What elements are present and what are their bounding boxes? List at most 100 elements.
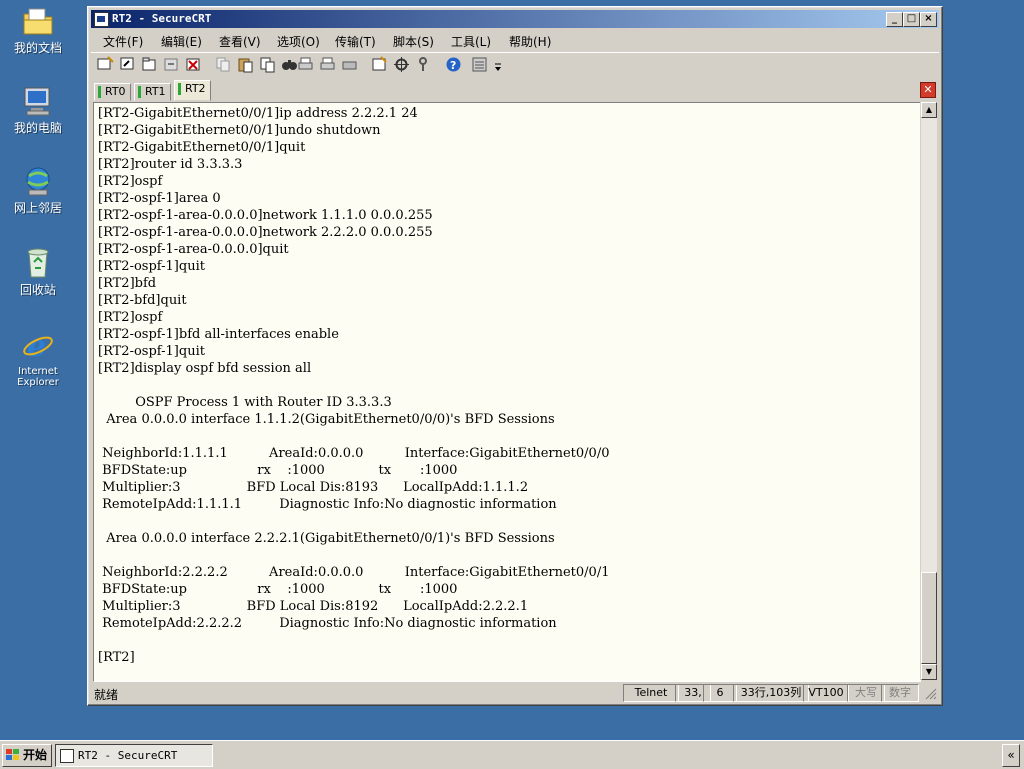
terminal-line: OSPF Process 1 with Router ID 3.3.3.3 — [98, 395, 392, 410]
find-icon[interactable] — [281, 56, 298, 73]
global-options-icon[interactable] — [393, 56, 410, 73]
reconnect-icon[interactable] — [163, 56, 180, 73]
menu-options[interactable]: 选项(O) — [277, 33, 320, 50]
desktop-icon-label: 我的电脑 — [13, 121, 62, 135]
close-button[interactable]: × — [920, 12, 937, 27]
tab-rt1[interactable]: RT1 — [134, 83, 171, 101]
menu-help[interactable]: 帮助(H) — [509, 33, 551, 50]
start-label: 开始 — [23, 748, 48, 762]
disconnect-icon[interactable] — [185, 56, 202, 73]
minimize-button[interactable]: _ — [886, 12, 903, 27]
close-tab-icon[interactable]: ✕ — [920, 82, 936, 98]
taskbar-item-securecrt[interactable]: RT2 - SecureCRT — [55, 744, 213, 767]
terminal-line: BFDState:up rx :1000 tx :1000 — [98, 463, 458, 478]
desktop-icon-network-places[interactable]: 网上邻居 — [6, 164, 70, 215]
help-icon[interactable]: ? — [445, 56, 462, 73]
session-tabs: RT0 RT1 RT2 ✕ — [92, 80, 938, 101]
recycle-bin-icon — [21, 246, 55, 280]
terminal-output[interactable]: [RT2-GigabitEthernet0/0/1]ip address 2.2… — [93, 102, 921, 682]
status-ready: 就绪 — [94, 688, 119, 702]
connect-in-tab-icon[interactable] — [141, 56, 158, 73]
copy-icon[interactable] — [215, 56, 232, 73]
internet-explorer-icon: e — [21, 328, 55, 364]
terminal-line: NeighborId:1.1.1.1 AreaId:0.0.0.0 Interf… — [98, 446, 610, 461]
keymap-icon[interactable] — [415, 56, 432, 73]
terminal-line: [RT2-ospf-1]area 0 — [98, 191, 221, 206]
desktop-icon-recycle-bin[interactable]: 回收站 — [6, 246, 70, 297]
scroll-down-button[interactable]: ▼ — [921, 664, 937, 680]
desktop-icon-my-computer[interactable]: 我的电脑 — [6, 84, 70, 135]
my-documents-icon — [21, 4, 55, 38]
svg-text:e: e — [27, 329, 46, 362]
my-computer-icon — [21, 84, 55, 118]
network-places-icon — [21, 164, 55, 198]
menu-tools[interactable]: 工具(L) — [451, 33, 491, 50]
terminal-line: [RT2-ospf-1]quit — [98, 344, 205, 359]
title-bar[interactable]: RT2 - SecureCRT _ □ × — [91, 10, 939, 28]
menu-view[interactable]: 查看(V) — [219, 33, 261, 50]
session-options-icon[interactable] — [371, 56, 388, 73]
status-protocol: Telnet — [623, 684, 679, 702]
tray-expand-button[interactable]: « — [1002, 744, 1020, 767]
toolbar-overflow-icon[interactable] — [493, 56, 503, 73]
terminal-line: RemoteIpAdd:2.2.2.2 Diagnostic Info:No d… — [98, 616, 557, 631]
terminal-line: RemoteIpAdd:1.1.1.1 Diagnostic Info:No d… — [98, 497, 557, 512]
menu-bar: 文件(F) 编辑(E) 查看(V) 选项(O) 传输(T) 脚本(S) 工具(L… — [91, 30, 939, 49]
status-num: 数字 — [881, 684, 919, 702]
securecrt-taskbar-icon — [60, 749, 74, 763]
tab-rt0[interactable]: RT0 — [94, 83, 131, 101]
status-caps: 大写 — [847, 684, 885, 702]
quick-connect-icon[interactable] — [119, 56, 136, 73]
svg-text:?: ? — [450, 59, 456, 72]
terminal-line: Multiplier:3 BFD Local Dis:8193 LocalIpA… — [98, 480, 529, 495]
desktop-icon-label: 网上邻居 — [13, 201, 62, 215]
app-icon — [94, 12, 109, 27]
menu-script[interactable]: 脚本(S) — [393, 33, 434, 50]
terminal-line: [RT2]bfd — [98, 276, 157, 291]
terminal-line: [RT2-bfd]quit — [98, 293, 187, 308]
scroll-up-button[interactable]: ▲ — [921, 102, 937, 118]
terminal-line: [RT2] — [98, 650, 135, 665]
terminal-line: [RT2-ospf-1-area-0.0.0.0]network 1.1.1.0… — [98, 208, 433, 223]
menu-edit[interactable]: 编辑(E) — [161, 33, 202, 50]
desktop-icon-my-documents[interactable]: 我的文档 — [6, 4, 70, 55]
maximize-button[interactable]: □ — [903, 12, 920, 27]
status-size: 33行,103列 — [733, 684, 809, 702]
connect-icon[interactable] — [97, 56, 114, 73]
terminal-line: Area 0.0.0.0 interface 2.2.2.1(GigabitEt… — [98, 531, 555, 546]
toolbar: ? — [91, 52, 939, 77]
desktop-icon-internet-explorer[interactable]: e Internet Explorer — [6, 328, 70, 388]
menu-transfer[interactable]: 传输(T) — [335, 33, 376, 50]
terminal-line: BFDState:up rx :1000 tx :1000 — [98, 582, 458, 597]
print-setup-icon[interactable] — [341, 56, 358, 73]
tab-rt2[interactable]: RT2 — [174, 80, 211, 101]
desktop-icon-label: 我的文档 — [13, 41, 62, 55]
paste-icon[interactable] — [237, 56, 254, 73]
vertical-scrollbar[interactable]: ▲ ▼ — [920, 102, 937, 680]
terminal-line: NeighborId:2.2.2.2 AreaId:0.0.0.0 Interf… — [98, 565, 610, 580]
scroll-thumb[interactable] — [921, 572, 937, 664]
securecrt-window: RT2 - SecureCRT _ □ × 文件(F) 编辑(E) 查看(V) … — [87, 6, 943, 706]
print-selection-icon[interactable] — [319, 56, 336, 73]
terminal-line: [RT2-GigabitEthernet0/0/1]ip address 2.2… — [98, 106, 418, 121]
resize-grip-icon[interactable] — [925, 688, 937, 700]
menu-file[interactable]: 文件(F) — [103, 33, 143, 50]
desktop-icon-label: 回收站 — [19, 283, 56, 297]
terminal-line: [RT2-ospf-1]quit — [98, 259, 205, 274]
terminal-line: Area 0.0.0.0 interface 1.1.1.2(GigabitEt… — [98, 412, 555, 427]
start-button[interactable]: 开始 — [2, 744, 52, 767]
terminal-line: [RT2]router id 3.3.3.3 — [98, 157, 243, 172]
copy-paste-icon[interactable] — [259, 56, 276, 73]
window-title: RT2 - SecureCRT — [112, 12, 212, 25]
terminal-line: Multiplier:3 BFD Local Dis:8192 LocalIpA… — [98, 599, 529, 614]
toolbar-options-icon[interactable] — [471, 56, 488, 73]
desktop-icon-label: Internet Explorer — [17, 366, 59, 388]
terminal-line: [RT2-ospf-1-area-0.0.0.0]network 2.2.2.0… — [98, 225, 433, 240]
status-col: 6 — [703, 684, 737, 702]
print-icon[interactable] — [297, 56, 314, 73]
